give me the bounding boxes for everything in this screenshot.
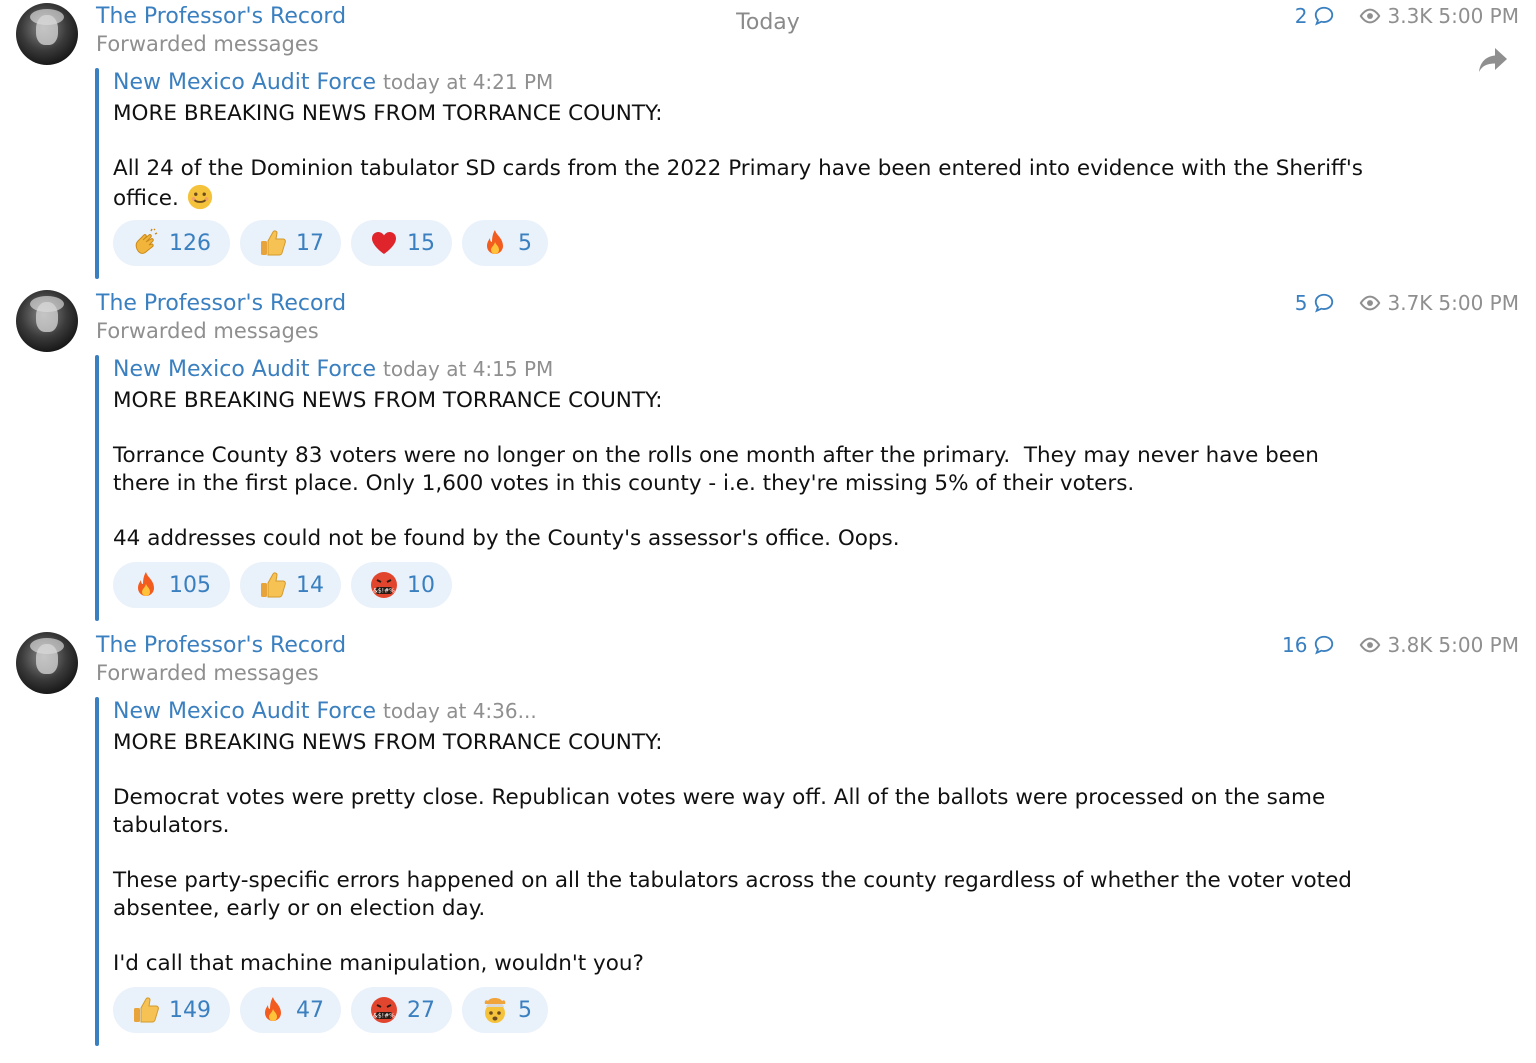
reaction-exploding-head[interactable]: 5 [462,987,548,1033]
comment-icon[interactable] [1313,292,1335,314]
reaction-count: 27 [407,997,435,1023]
post-meta: 5 3.7K 5:00 PM [1295,291,1519,315]
fire-icon [487,230,503,254]
svg-text:&$!#%: &$!#% [373,588,395,595]
message-text: MORE BREAKING NEWS FROM TORRANCE COUNTY:… [113,388,1319,551]
comment-count[interactable]: 5 [1295,291,1308,315]
reaction-thumbs-up[interactable]: 14 [240,562,341,608]
reaction-count: 5 [518,997,532,1023]
channel-avatar[interactable] [16,290,78,352]
forward-source[interactable]: New Mexico Audit Force [113,699,376,724]
reaction-count: 105 [169,572,211,598]
reactions-bar: 149 47 &$!#% 27 5 [113,987,548,1033]
comment-count[interactable]: 2 [1295,4,1308,28]
channel-avatar[interactable] [16,632,78,694]
forwarded-label: Forwarded messages [96,319,319,343]
reaction-face-with-symbols[interactable]: &$!#% 10 [351,562,452,608]
reactions-bar: 105 14 &$!#% 10 [113,562,452,608]
reaction-count: 5 [518,230,532,256]
message-text: MORE BREAKING NEWS FROM TORRANCE COUNTY:… [113,730,1352,976]
reaction-thumbs-up[interactable]: 17 [240,220,341,266]
reaction-red-heart[interactable]: 15 [351,220,452,266]
svg-text:&$!#%: &$!#% [373,1013,395,1020]
post-time: 5:00 PM [1438,4,1519,28]
comment-icon[interactable] [1313,5,1335,27]
forward-quote-bar [95,355,99,621]
channel-name[interactable]: The Professor's Record [96,4,346,29]
forward-quote-bar [95,697,99,1046]
fire-icon [265,997,281,1021]
reaction-count: 15 [407,230,435,256]
reaction-count: 14 [296,572,324,598]
reaction-clapping-hands[interactable]: 126 [113,220,230,266]
exploding-head-icon [484,998,506,1023]
channel-name[interactable]: The Professor's Record [96,291,346,316]
clapping-hands-icon [135,228,158,254]
channel-name[interactable]: The Professor's Record [96,633,346,658]
forward-header: New Mexico Audit Force today at 4:21 PM [113,70,553,95]
post-time: 5:00 PM [1438,291,1519,315]
forward-time: today at 4:15 PM [383,357,554,381]
thumbs-up-icon [261,572,286,598]
comment-icon[interactable] [1313,634,1335,656]
reaction-count: 47 [296,997,324,1023]
forward-time: today at 4:36... [383,699,537,723]
reaction-count: 17 [296,230,324,256]
reaction-fire[interactable]: 105 [113,562,230,608]
message-text: MORE BREAKING NEWS FROM TORRANCE COUNTY:… [113,101,1363,211]
channel-avatar[interactable] [16,3,78,65]
forwarded-label: Forwarded messages [96,32,319,56]
forwarded-label: Forwarded messages [96,661,319,685]
view-count: 3.8K [1387,633,1433,657]
forward-source[interactable]: New Mexico Audit Force [113,70,376,95]
forward-time: today at 4:21 PM [383,70,554,94]
eye-icon [1360,295,1381,311]
face-with-symbols-icon: &$!#% [371,997,397,1023]
red-heart-icon [372,232,396,254]
forward-header: New Mexico Audit Force today at 4:15 PM [113,357,553,382]
reaction-fire[interactable]: 47 [240,987,341,1033]
eye-icon [1360,637,1381,653]
reaction-thumbs-up[interactable]: 149 [113,987,230,1033]
forward-source[interactable]: New Mexico Audit Force [113,357,376,382]
reaction-count: 149 [169,997,211,1023]
post-time: 5:00 PM [1438,633,1519,657]
face-with-symbols-icon: &$!#% [371,572,397,598]
comment-count[interactable]: 16 [1282,633,1307,657]
post-meta: 2 3.3K 5:00 PM [1295,4,1519,28]
view-count: 3.7K [1387,291,1433,315]
reaction-face-with-symbols[interactable]: &$!#% 27 [351,987,452,1033]
fire-icon [138,572,154,596]
eye-icon [1360,8,1381,24]
share-icon[interactable] [1477,46,1509,74]
smiling-face-icon [187,184,212,209]
reaction-fire[interactable]: 5 [462,220,548,266]
reactions-bar: 126 17 15 5 [113,220,548,266]
thumbs-up-icon [134,997,159,1023]
thumbs-up-icon [261,230,286,256]
forward-quote-bar [95,68,99,279]
reaction-count: 126 [169,230,211,256]
view-count: 3.3K [1387,4,1433,28]
post-meta: 16 3.8K 5:00 PM [1282,633,1519,657]
reaction-count: 10 [407,572,435,598]
forward-header: New Mexico Audit Force today at 4:36... [113,699,537,724]
